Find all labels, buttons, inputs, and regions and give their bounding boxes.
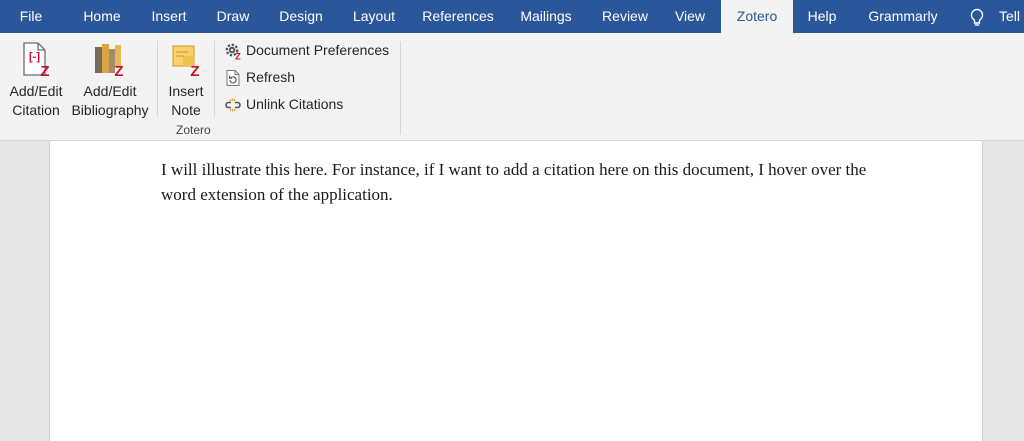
document-paragraph[interactable]: I will illustrate this here. For instanc… — [161, 157, 881, 207]
add-edit-citation-button[interactable]: [-] Z Add/Edit Citation — [4, 39, 68, 118]
unlink-citations-label: Unlink Citations — [246, 96, 344, 112]
svg-text:Z: Z — [114, 63, 123, 77]
add-edit-bibliography-button[interactable]: Z Add/Edit Bibliography — [68, 39, 152, 118]
ribbon-separator — [157, 41, 158, 117]
insert-note-label-line1: Insert — [168, 83, 204, 99]
svg-text:Z: Z — [190, 63, 199, 77]
tab-design[interactable]: Design — [268, 0, 334, 33]
svg-text:Z: Z — [40, 63, 49, 77]
document-preferences-label: Document Preferences — [246, 42, 390, 58]
refresh-icon — [224, 69, 242, 87]
insert-note-label-line2: Note — [171, 102, 201, 118]
tab-zotero[interactable]: Zotero — [721, 0, 793, 33]
tab-home[interactable]: Home — [70, 0, 134, 33]
svg-text:Z: Z — [235, 52, 241, 61]
refresh-label: Refresh — [246, 69, 296, 85]
tell-me-label: Tell — [999, 8, 1021, 24]
add-edit-citation-label-line2: Citation — [12, 102, 60, 118]
tab-file[interactable]: File — [0, 0, 62, 33]
tab-grammarly[interactable]: Grammarly — [858, 0, 948, 33]
tab-mailings[interactable]: Mailings — [510, 0, 582, 33]
tab-review[interactable]: Review — [594, 0, 656, 33]
add-edit-citation-label-line1: Add/Edit — [9, 83, 63, 99]
svg-text:[-]: [-] — [29, 51, 40, 63]
lightbulb-icon — [968, 7, 986, 27]
ribbon-group-end-separator — [400, 41, 401, 135]
tab-layout[interactable]: Layout — [344, 0, 404, 33]
tab-help[interactable]: Help — [800, 0, 844, 33]
add-edit-citation-icon: [-] Z — [19, 41, 53, 80]
bibliography-icon: Z — [92, 41, 128, 80]
unlink-icon — [224, 96, 242, 114]
document-canvas: I will illustrate this here. For instanc… — [0, 141, 1024, 441]
insert-note-icon: Z — [169, 41, 203, 80]
insert-note-button[interactable]: Z Insert Note — [162, 39, 210, 118]
document-page[interactable]: I will illustrate this here. For instanc… — [49, 141, 983, 441]
ribbon-separator — [214, 41, 215, 117]
add-edit-bibliography-label-line2: Bibliography — [71, 102, 149, 118]
tab-insert[interactable]: Insert — [141, 0, 197, 33]
tab-references[interactable]: References — [416, 0, 500, 33]
ribbon-group-label: Zotero — [176, 123, 211, 137]
tab-tell-me[interactable]: Tell — [964, 0, 1024, 33]
ribbon-tab-bar: File Home Insert Draw Design Layout Refe… — [0, 0, 1024, 33]
zotero-ribbon: [-] Z Add/Edit Citation Z Add/Edit Bibli… — [0, 33, 1024, 141]
add-edit-bibliography-label-line1: Add/Edit — [83, 83, 137, 99]
gear-icon: Z — [224, 42, 242, 62]
tab-draw[interactable]: Draw — [208, 0, 258, 33]
tab-view[interactable]: View — [667, 0, 713, 33]
